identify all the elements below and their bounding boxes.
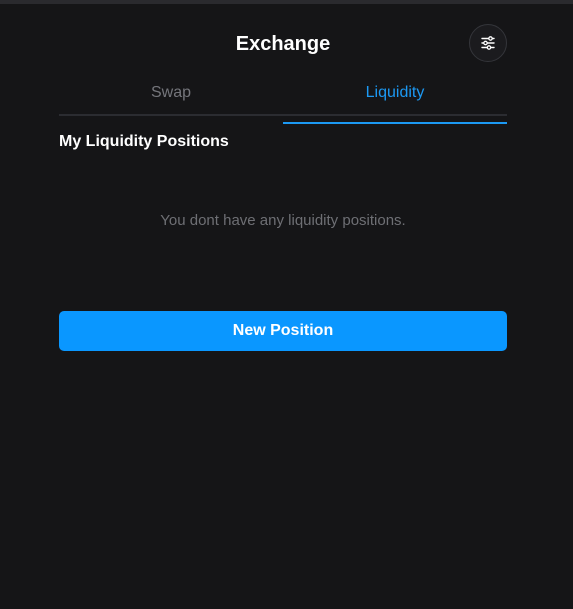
settings-button[interactable] [469,24,507,62]
tab-liquidity[interactable]: Liquidity [283,80,507,124]
sliders-icon [481,36,495,50]
exchange-panel: Exchange Swap Liquidity My Liquidity Pos… [0,4,573,609]
page-title: Exchange [235,33,331,55]
exchange-tabs: Swap Liquidity [59,80,507,124]
new-position-button[interactable]: New Position [59,311,507,351]
tab-swap[interactable]: Swap [59,80,283,114]
empty-positions-message: You dont have any liquidity positions. [160,212,406,229]
panel-header: Exchange [59,24,507,64]
liquidity-positions-heading: My Liquidity Positions [59,133,229,150]
